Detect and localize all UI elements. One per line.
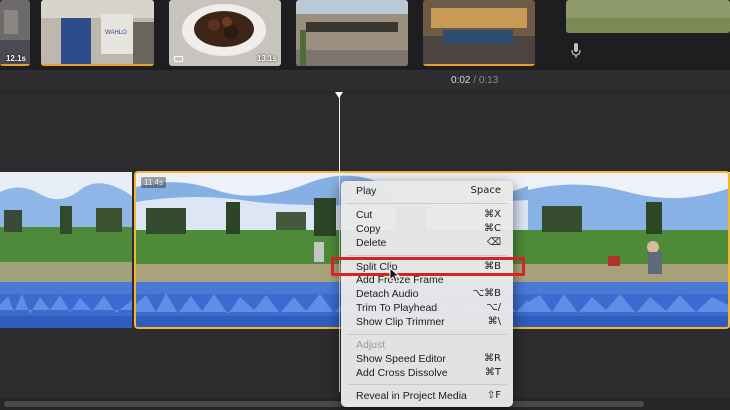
menu-item-shortcut: ⌘R: [484, 353, 501, 364]
video-camera-icon: [174, 56, 183, 62]
svg-text:WAHLO: WAHLO: [105, 30, 127, 36]
mouse-pointer-icon: [389, 267, 401, 283]
clip-filmstrip: [528, 172, 730, 282]
clip-duration-badge: 11.4s: [141, 177, 166, 188]
menu-item-label: Copy: [356, 223, 381, 235]
menu-item-copy[interactable]: Copy ⌘C: [341, 223, 513, 237]
media-browser: 12.1s WAHLO 13.1s: [0, 0, 730, 70]
menu-item-label: Delete: [356, 237, 387, 249]
browser-clip-5[interactable]: [423, 0, 535, 66]
menu-item-label: Add Cross Dissolve: [356, 367, 448, 379]
timecode-display: 0:02 / 0:13: [451, 75, 498, 86]
imovie-window: 12.1s WAHLO 13.1s 0:02 / 0:13 11.4s Play…: [0, 0, 730, 410]
menu-item-shortcut: ⌘X: [484, 209, 501, 220]
audio-waveform-3[interactable]: [528, 282, 730, 328]
menu-item-shortcut: ⇧F: [486, 390, 501, 401]
menu-item-shortcut: ⌥/: [486, 302, 501, 313]
menu-item-reveal-in-project-media[interactable]: Reveal in Project Media ⇧F: [341, 390, 513, 404]
browser-clip-3[interactable]: 13.1s: [169, 0, 281, 66]
used-indicator: [423, 64, 535, 66]
clip-thumbnail: [423, 0, 535, 66]
audio-waveform-1[interactable]: [0, 282, 132, 328]
clip-filmstrip: [0, 172, 132, 282]
menu-item-label: Trim To Playhead: [356, 302, 438, 314]
clip-duration: 13.1s: [256, 54, 277, 63]
scrollbar-thumb[interactable]: [4, 401, 644, 407]
current-time: 0:02: [451, 75, 471, 86]
menu-item-add-freeze-frame[interactable]: Add Freeze Frame: [341, 274, 513, 288]
microphone-icon[interactable]: [571, 43, 581, 59]
menu-item-label: Reveal in Project Media: [356, 390, 467, 402]
browser-clip-2[interactable]: WAHLO: [41, 0, 154, 66]
used-indicator: [41, 64, 154, 66]
browser-clip-4[interactable]: [296, 0, 408, 66]
menu-separator: [347, 384, 507, 385]
timecode-bar: [0, 70, 730, 92]
menu-item-label: Show Speed Editor: [356, 353, 446, 365]
clip-context-menu: Play Space Cut ⌘X Copy ⌘C Delete ⌫ Split…: [341, 181, 513, 407]
menu-item-label: Play: [356, 185, 377, 197]
menu-item-play[interactable]: Play Space: [341, 185, 513, 199]
menu-item-label: Cut: [356, 209, 373, 221]
menu-item-shortcut: ⌘\: [487, 316, 501, 327]
menu-section-label: Adjust: [356, 339, 386, 351]
timeline-clip-3[interactable]: [528, 172, 730, 282]
menu-item-show-clip-trimmer[interactable]: Show Clip Trimmer ⌘\: [341, 316, 513, 330]
waveform: [528, 282, 730, 316]
split-clip-highlight-box: [331, 257, 525, 276]
menu-item-label: Detach Audio: [356, 288, 419, 300]
browser-clip-1[interactable]: 12.1s: [0, 0, 30, 66]
menu-item-label: Show Clip Trimmer: [356, 316, 445, 328]
menu-item-shortcut: ⌥⌘B: [472, 288, 501, 299]
menu-separator: [347, 255, 507, 256]
menu-item-cut[interactable]: Cut ⌘X: [341, 209, 513, 223]
menu-item-show-speed-editor[interactable]: Show Speed Editor ⌘R: [341, 353, 513, 367]
clip-thumbnail: [566, 0, 730, 33]
menu-item-delete[interactable]: Delete ⌫: [341, 237, 513, 251]
browser-clip-6[interactable]: [566, 0, 730, 33]
menu-section-adjust: Adjust: [341, 339, 513, 353]
total-time: 0:13: [478, 75, 499, 86]
menu-item-shortcut: ⌫: [486, 237, 501, 248]
timeline-clip-1[interactable]: [0, 172, 132, 282]
clip-thumbnail: WAHLO: [41, 0, 154, 66]
waveform: [0, 282, 132, 316]
menu-item-shortcut: ⌘C: [484, 223, 501, 234]
time-separator: /: [473, 75, 477, 86]
menu-item-add-cross-dissolve[interactable]: Add Cross Dissolve ⌘T: [341, 367, 513, 381]
menu-separator: [347, 203, 507, 204]
menu-item-detach-audio[interactable]: Detach Audio ⌥⌘B: [341, 288, 513, 302]
clip-thumbnail: [296, 0, 408, 66]
menu-item-shortcut: Space: [470, 185, 501, 196]
menu-item-trim-to-playhead[interactable]: Trim To Playhead ⌥/: [341, 302, 513, 316]
menu-item-shortcut: ⌘T: [484, 367, 501, 378]
clip-duration: 12.1s: [5, 54, 26, 63]
playhead-handle[interactable]: [335, 92, 343, 98]
menu-separator: [347, 334, 507, 335]
playhead[interactable]: [339, 92, 340, 392]
used-indicator: [0, 64, 30, 66]
